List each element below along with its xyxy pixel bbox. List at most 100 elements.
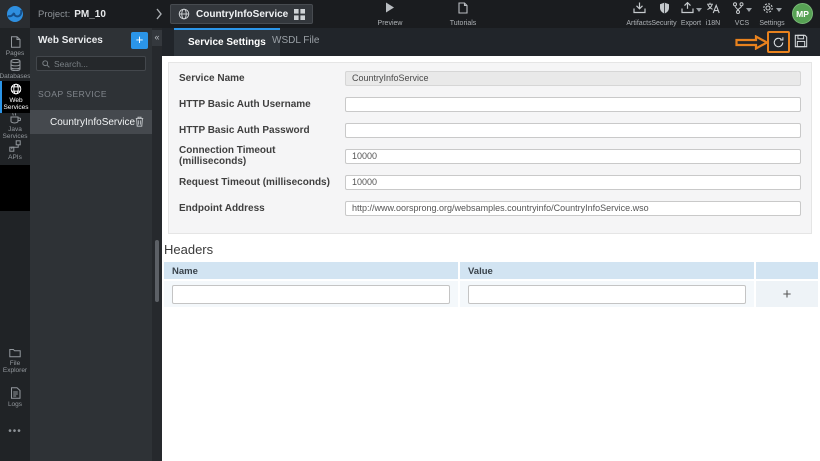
page-icon: [10, 36, 21, 48]
tutorials-label: Tutorials: [449, 20, 477, 27]
app-logo[interactable]: [0, 0, 30, 28]
tab-wsdl-file[interactable]: WSDL File: [258, 28, 333, 56]
sidebar-label: Databases: [0, 73, 31, 80]
service-list-item[interactable]: CountryInfoService: [30, 110, 152, 134]
save-icon: [794, 34, 808, 48]
sidebar-item-pages[interactable]: Pages: [0, 34, 30, 59]
refresh-icon: [773, 36, 784, 47]
form-row: Endpoint Address: [179, 195, 801, 221]
endpoint-address-input[interactable]: [345, 200, 801, 216]
wavemaker-logo-icon: [6, 5, 24, 23]
add-service-button[interactable]: +: [131, 32, 148, 49]
form-row: Service Name: [179, 65, 801, 91]
request-timeout-label: Request Timeout (milliseconds): [179, 176, 330, 188]
search-input[interactable]: [54, 58, 140, 69]
service-name-input: [345, 70, 801, 86]
annotation-arrow: [735, 35, 769, 50]
api-connector-icon: [9, 140, 21, 152]
coffee-icon: [9, 112, 21, 124]
settings-label: Settings: [759, 20, 785, 27]
service-search[interactable]: [36, 56, 146, 71]
service-item-label: CountryInfoService: [50, 116, 136, 128]
chevron-right-icon: [155, 7, 163, 21]
sidebar-item-apis[interactable]: APIs: [0, 138, 30, 163]
chevron-down-icon: [746, 8, 752, 12]
sidebar-item-file-explorer[interactable]: File Explorer: [0, 345, 30, 376]
globe-icon: [178, 8, 190, 20]
request-timeout-input[interactable]: [345, 174, 801, 190]
collapse-panel-button[interactable]: «: [152, 30, 162, 46]
sidebar-item-web-services[interactable]: Web Services: [0, 81, 30, 113]
service-settings-content: Service Settings WSDL File Service Name: [162, 28, 820, 461]
download-icon: [632, 2, 646, 14]
gear-icon: [762, 2, 774, 14]
i18n-button[interactable]: i18N: [700, 2, 726, 27]
headers-title: Headers: [164, 242, 214, 257]
project-label: Project:: [38, 8, 71, 20]
vcs-button[interactable]: VCS: [728, 2, 756, 27]
app-window: Project: PM_10 CountryInfoService Previe…: [0, 0, 820, 461]
sidebar-label: Web Services: [3, 97, 29, 111]
sidebar-item-databases[interactable]: Databases: [0, 57, 31, 82]
preview-button[interactable]: Preview: [372, 2, 408, 27]
header-name-cell: [164, 281, 458, 307]
grid-icon[interactable]: [294, 8, 306, 20]
reload-service-button[interactable]: [767, 31, 790, 53]
upload-icon: [680, 2, 694, 14]
sidebar-item-logs[interactable]: Logs: [0, 385, 30, 410]
tutorials-button[interactable]: Tutorials: [442, 2, 484, 27]
save-service-button[interactable]: [794, 34, 808, 48]
i18n-label: i18N: [705, 20, 721, 27]
security-label: Security: [651, 20, 677, 27]
settings-button[interactable]: Settings: [754, 2, 790, 27]
preview-label: Preview: [377, 20, 403, 27]
header-value-cell: [460, 281, 754, 307]
active-service-chip[interactable]: CountryInfoService: [170, 4, 314, 24]
panel-header: Web Services +: [30, 28, 152, 52]
folder-icon: [9, 347, 21, 358]
document-icon: [458, 2, 468, 14]
form-row: HTTP Basic Auth Username: [179, 91, 801, 117]
service-chip-label: CountryInfoService: [196, 8, 289, 20]
vcs-label: VCS: [734, 20, 750, 27]
project-breadcrumb: Project: PM_10: [38, 0, 106, 28]
sidebar-label: Logs: [7, 401, 23, 408]
sidebar-label: APIs: [8, 154, 22, 161]
web-services-panel: Web Services + SOAP SERVICE CountryInfoS…: [30, 28, 152, 461]
auth-password-input[interactable]: [345, 122, 801, 138]
endpoint-address-label: Endpoint Address: [179, 202, 265, 214]
play-icon: [385, 2, 395, 13]
translate-icon: [706, 2, 720, 14]
headers-section: Headers Name Value +: [164, 242, 818, 307]
header-value-input[interactable]: [468, 284, 746, 304]
search-icon: [42, 59, 50, 68]
service-name-label: Service Name: [179, 72, 245, 84]
connection-timeout-input[interactable]: [345, 148, 801, 164]
database-icon: [10, 59, 21, 71]
service-settings-form: Service Name HTTP Basic Auth Username HT…: [168, 62, 812, 234]
soap-service-section-label: SOAP SERVICE: [38, 89, 107, 99]
header-name-input[interactable]: [172, 284, 450, 304]
auth-username-input[interactable]: [345, 96, 801, 112]
column-header-name: Name: [164, 262, 458, 279]
user-avatar[interactable]: MP: [792, 3, 813, 24]
project-name: PM_10: [74, 8, 106, 20]
column-header-value: Value: [460, 262, 754, 279]
left-nav-strip: Pages Databases Web Services Java Servic…: [0, 28, 31, 461]
shield-icon: [659, 2, 670, 14]
more-options-icon[interactable]: •••: [0, 426, 30, 437]
tab-bar: Service Settings WSDL File: [162, 28, 820, 56]
connection-timeout-label: Connection Timeout (milliseconds): [179, 145, 276, 167]
branch-icon: [732, 2, 744, 14]
export-label: Export: [680, 20, 702, 27]
nav-strip-divider: [0, 165, 30, 211]
form-row: Connection Timeout (milliseconds): [179, 143, 801, 169]
scrollbar-thumb[interactable]: [155, 240, 159, 302]
delete-service-icon[interactable]: [135, 116, 144, 127]
panel-gutter: «: [152, 28, 162, 461]
column-header-actions: [756, 262, 818, 279]
log-file-icon: [10, 387, 21, 399]
globe-icon: [10, 83, 22, 95]
add-header-button[interactable]: +: [756, 281, 818, 307]
chevron-down-icon: [776, 8, 782, 12]
